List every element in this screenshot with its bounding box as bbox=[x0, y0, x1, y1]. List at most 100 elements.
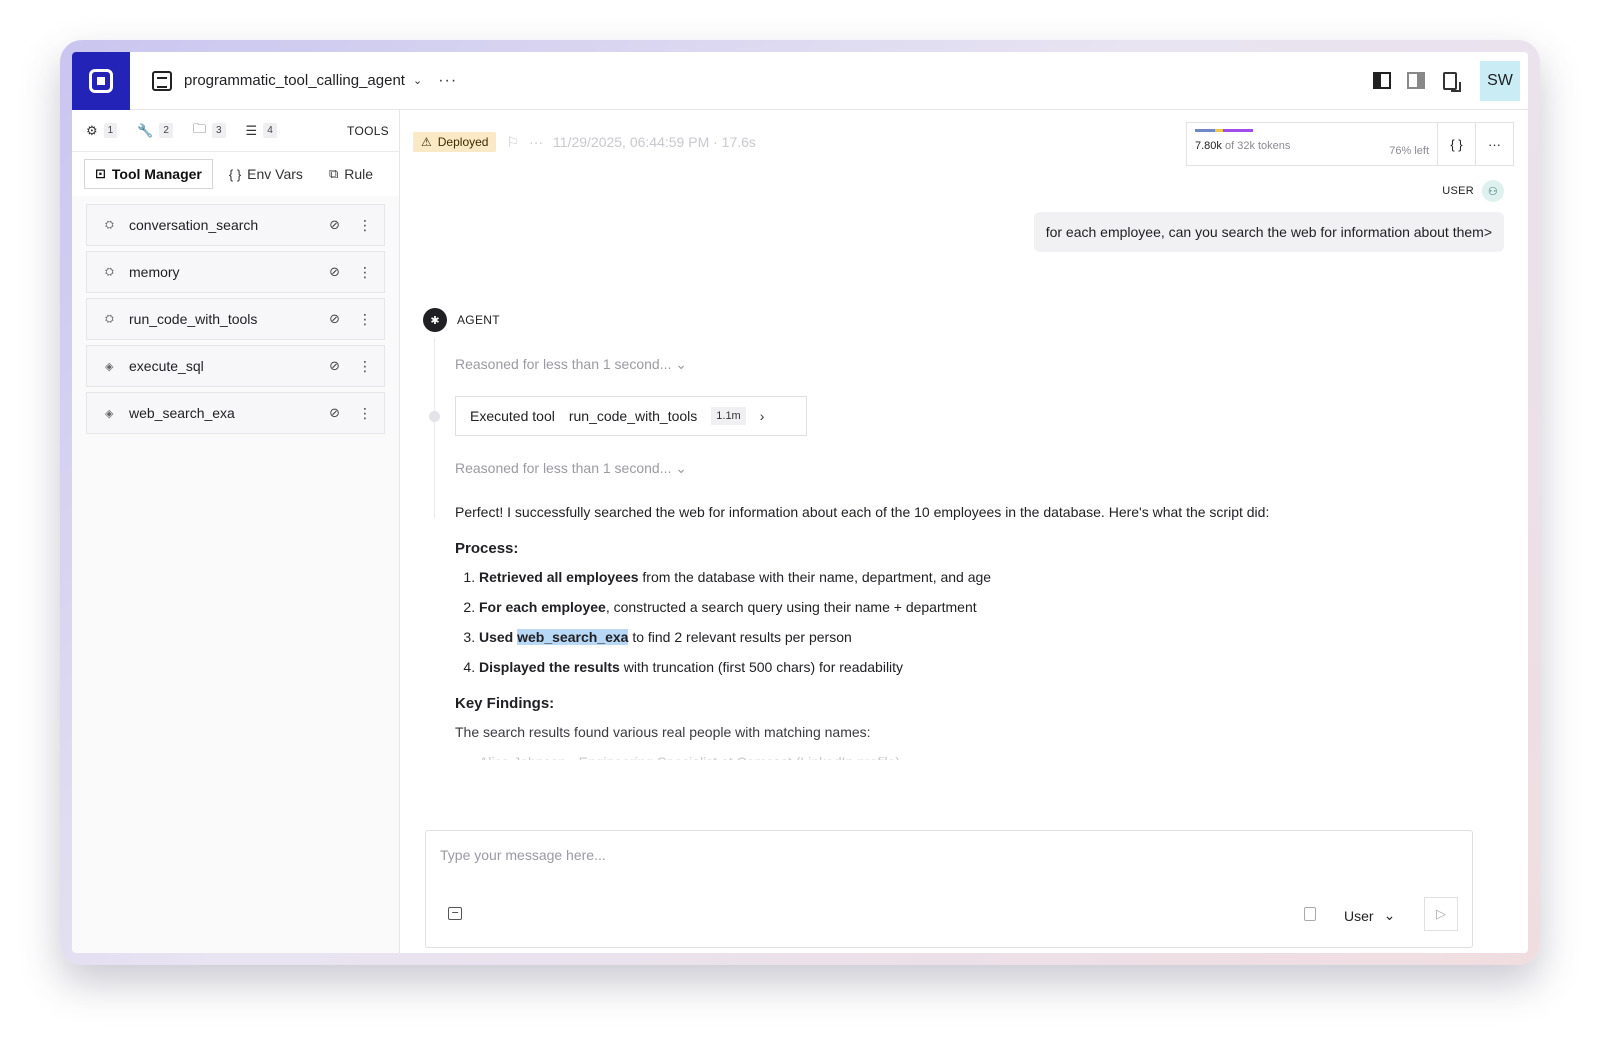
tokens-left: 76% left bbox=[1389, 145, 1429, 157]
tool-item-execute-sql[interactable]: ◈ execute_sql ⊘ ⋮ bbox=[86, 345, 385, 387]
doc-export-icon[interactable] bbox=[1440, 71, 1461, 92]
tab-settings[interactable]: ☰ 4 bbox=[246, 123, 277, 139]
token-meter: 7.80k of 32k tokens 76% left bbox=[1187, 123, 1437, 165]
feedback-icon[interactable]: ⚐ bbox=[506, 134, 519, 151]
json-view-button[interactable]: { } bbox=[1437, 123, 1475, 165]
section-label: TOOLS bbox=[347, 123, 389, 138]
token-bar bbox=[1195, 129, 1253, 132]
tool-item-run-code-with-tools[interactable]: ⛭ run_code_with_tools ⊘ ⋮ bbox=[86, 298, 385, 340]
highlighted-code: web_search_exa bbox=[517, 629, 629, 645]
chevron-down-icon: ⌄ bbox=[1383, 907, 1396, 923]
status-row: ⚠ Deployed ⚐ ··· 11/29/2025, 06:44:59 PM… bbox=[413, 132, 756, 152]
message-input[interactable] bbox=[440, 847, 1240, 863]
agent-icon: ⚙ bbox=[86, 122, 98, 138]
timeline-line bbox=[434, 338, 435, 518]
list-item: Retrieved all employees from the databas… bbox=[479, 567, 1495, 587]
folder-icon: 🗀 bbox=[192, 120, 206, 136]
kebab-menu-icon[interactable]: ⋮ bbox=[358, 217, 372, 234]
list-item: For each employee, constructed a search … bbox=[479, 597, 1495, 617]
builtin-tool-icon: ⛭ bbox=[105, 312, 114, 325]
user-label: USER bbox=[1442, 185, 1474, 197]
tab-rules[interactable]: ⧉ Rule bbox=[319, 160, 383, 188]
eye-off-icon[interactable]: ⊘ bbox=[329, 311, 340, 327]
tab-env-vars[interactable]: { } Env Vars bbox=[219, 160, 313, 188]
builtin-tool-icon: ⛭ bbox=[105, 265, 114, 278]
more-icon[interactable]: ··· bbox=[529, 134, 543, 150]
rules-icon: ⧉ bbox=[328, 166, 339, 181]
faded-line: Alice Johnson - Engineering Specialist a… bbox=[479, 752, 1495, 760]
layout-right-icon[interactable] bbox=[1406, 71, 1426, 91]
agent-header: ✱ AGENT bbox=[423, 308, 500, 332]
tool-list: ⛭ conversation_search ⊘ ⋮ ⛭ memory ⊘ ⋮ ⛭… bbox=[72, 196, 399, 447]
top-bar: programmatic_tool_calling_agent ⌄ ··· SW bbox=[72, 52, 1528, 110]
tab-files[interactable]: 🗀 3 bbox=[193, 120, 226, 142]
avatar[interactable]: SW bbox=[1480, 60, 1520, 101]
tab-label: Env Vars bbox=[247, 166, 303, 182]
tab-tool-manager[interactable]: ⊡ Tool Manager bbox=[84, 159, 213, 189]
status-badge: ⚠ Deployed bbox=[413, 132, 497, 152]
logo-icon[interactable] bbox=[72, 52, 130, 110]
kebab-menu-icon[interactable]: ⋮ bbox=[358, 264, 372, 281]
tab-tools[interactable]: 🔧 2 bbox=[137, 123, 173, 139]
token-usage: 7.80k of 32k tokens 76% left { } ··· bbox=[1186, 122, 1514, 166]
image-upload-icon[interactable] bbox=[448, 907, 462, 920]
agent-reply: Perfect! I successfully searched the web… bbox=[455, 502, 1495, 760]
braces-icon: { } bbox=[228, 166, 242, 182]
findings-text: The search results found various real pe… bbox=[455, 724, 871, 740]
list-item: Used web_search_exa to find 2 relevant r… bbox=[479, 627, 1495, 647]
eye-off-icon[interactable]: ⊘ bbox=[329, 264, 340, 280]
tool-item-memory[interactable]: ⛭ memory ⊘ ⋮ bbox=[86, 251, 385, 293]
duration-badge: 1.1m bbox=[711, 407, 746, 425]
agent-label: AGENT bbox=[457, 313, 500, 327]
reasoning-toggle[interactable]: Reasoned for less than 1 second... ⌄ bbox=[455, 356, 687, 373]
tokens-total: of 32k tokens bbox=[1224, 140, 1291, 152]
process-heading: Process: bbox=[455, 540, 519, 557]
user-avatar-icon: ⚇ bbox=[1482, 180, 1504, 202]
custom-tool-icon: ◈ bbox=[105, 360, 114, 373]
send-button[interactable]: ▷ bbox=[1424, 897, 1458, 931]
status-badge-label: Deployed bbox=[437, 135, 489, 149]
role-select[interactable]: User ⌄ bbox=[1344, 907, 1395, 924]
user-header: USER ⚇ bbox=[1442, 180, 1504, 202]
executed-tool-name: run_code_with_tools bbox=[568, 408, 698, 424]
sidebar-tabs: ⚙ 1 🔧 2 🗀 3 ☰ 4 TOOLS bbox=[72, 110, 399, 152]
tool-name: web_search_exa bbox=[129, 405, 235, 421]
tool-name: execute_sql bbox=[129, 358, 204, 374]
chevron-right-icon[interactable]: › bbox=[760, 408, 765, 424]
eye-off-icon[interactable]: ⊘ bbox=[329, 358, 340, 374]
tab-agent[interactable]: ⚙ 1 bbox=[86, 122, 118, 139]
more-options-button[interactable]: ··· bbox=[438, 72, 457, 90]
tab-count: 3 bbox=[211, 123, 226, 138]
tab-count: 4 bbox=[263, 123, 277, 138]
timestamp: 11/29/2025, 06:44:59 PM · 17.6s bbox=[553, 134, 756, 150]
process-steps: Retrieved all employees from the databas… bbox=[479, 567, 1495, 677]
findings-heading: Key Findings: bbox=[455, 695, 555, 712]
chevron-down-icon[interactable]: ⌄ bbox=[413, 74, 422, 87]
wrench-icon: 🔧 bbox=[137, 122, 154, 138]
more-options-button[interactable]: ··· bbox=[1475, 123, 1513, 165]
check-icon bbox=[429, 411, 440, 422]
tab-count: 1 bbox=[103, 123, 118, 138]
copy-icon[interactable] bbox=[1304, 907, 1316, 921]
executed-tool-card[interactable]: Executed tool run_code_with_tools 1.1m › bbox=[455, 396, 807, 436]
eye-off-icon[interactable]: ⊘ bbox=[329, 405, 340, 421]
agent-name[interactable]: programmatic_tool_calling_agent bbox=[184, 72, 405, 89]
layout-left-icon[interactable] bbox=[1372, 71, 1392, 91]
sidebar: ⚙ 1 🔧 2 🗀 3 ☰ 4 TOOLS ⊡ Tool Manager {}… bbox=[72, 110, 400, 953]
sliders-icon: ☰ bbox=[245, 122, 258, 138]
reasoning-toggle[interactable]: Reasoned for less than 1 second... ⌄ bbox=[455, 460, 687, 477]
custom-tool-icon: ◈ bbox=[105, 407, 114, 420]
kebab-menu-icon[interactable]: ⋮ bbox=[358, 311, 372, 328]
reasoning-text: Reasoned for less than 1 second... bbox=[455, 356, 672, 372]
sub-tabs: ⊡ Tool Manager { } Env Vars ⧉ Rule bbox=[72, 152, 399, 196]
tab-count: 2 bbox=[159, 123, 173, 138]
kebab-menu-icon[interactable]: ⋮ bbox=[358, 405, 372, 422]
eye-off-icon[interactable]: ⊘ bbox=[329, 217, 340, 233]
role-value: User bbox=[1344, 907, 1374, 924]
tool-item-conversation-search[interactable]: ⛭ conversation_search ⊘ ⋮ bbox=[86, 204, 385, 246]
tool-name: run_code_with_tools bbox=[129, 311, 258, 327]
folder-edit-icon: ⊡ bbox=[95, 166, 106, 181]
kebab-menu-icon[interactable]: ⋮ bbox=[358, 358, 372, 375]
tab-label: Tool Manager bbox=[111, 166, 202, 182]
tool-item-web-search-exa[interactable]: ◈ web_search_exa ⊘ ⋮ bbox=[86, 392, 385, 434]
